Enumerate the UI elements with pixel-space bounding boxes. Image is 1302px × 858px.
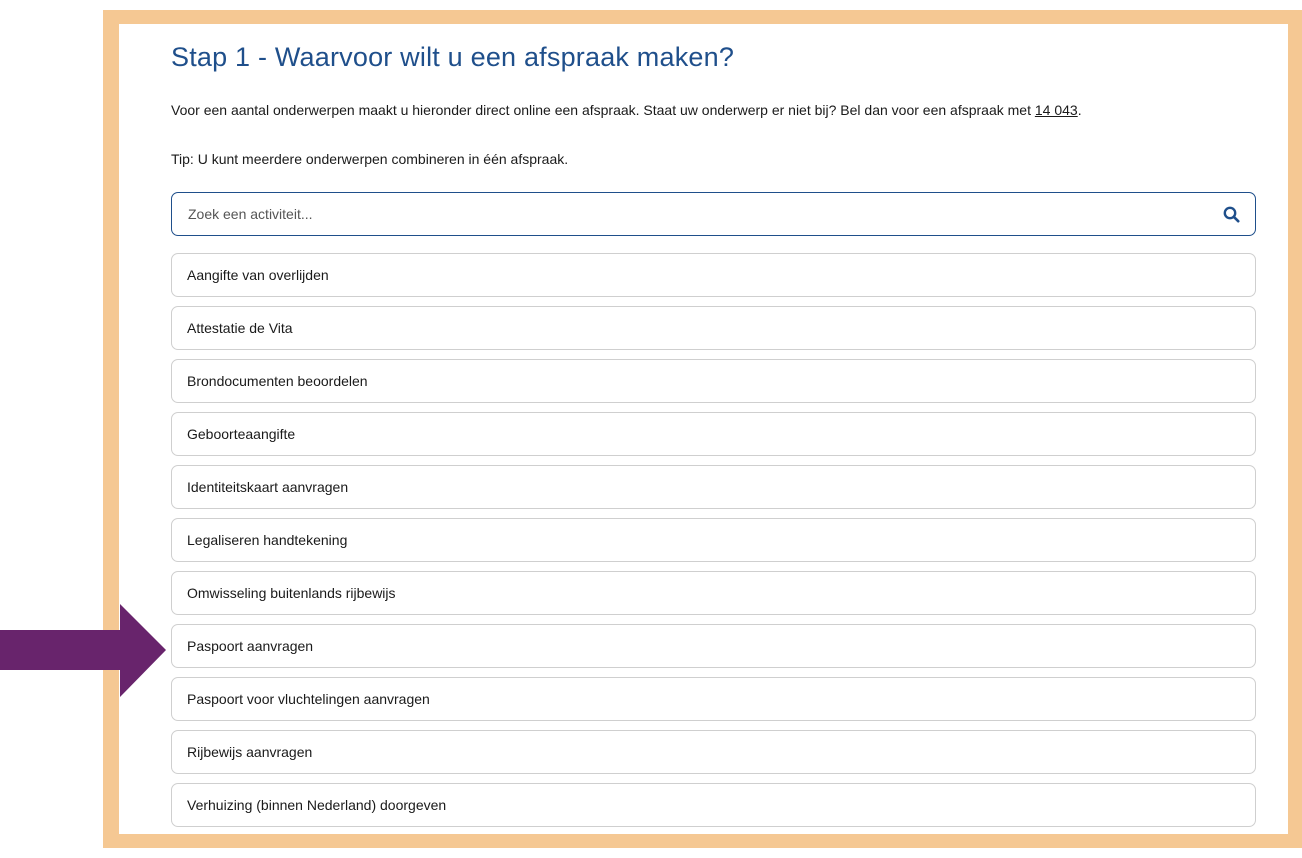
tip-text: Tip: U kunt meerdere onderwerpen combine…: [171, 151, 569, 167]
search-icon[interactable]: [1221, 204, 1241, 224]
intro-period: .: [1077, 102, 1082, 118]
activity-item[interactable]: Omwisseling buitenlands rijbewijs: [171, 571, 1256, 615]
activity-item[interactable]: Identiteitskaart aanvragen: [171, 465, 1256, 509]
highlight-frame: Stap 1 - Waarvoor wilt u een afspraak ma…: [103, 10, 1302, 848]
activity-item[interactable]: Paspoort voor vluchtelingen aanvragen: [171, 677, 1256, 721]
activity-item[interactable]: Verhuizing (binnen Nederland) doorgeven: [171, 783, 1256, 827]
intro-sentence: Voor een aantal onderwerpen maakt u hier…: [171, 102, 1035, 118]
activity-item[interactable]: Legaliseren handtekening: [171, 518, 1256, 562]
page-title: Stap 1 - Waarvoor wilt u een afspraak ma…: [171, 42, 735, 72]
appointment-step-panel: Stap 1 - Waarvoor wilt u een afspraak ma…: [119, 24, 1288, 834]
phone-number-link[interactable]: 14 043: [1035, 102, 1078, 118]
activity-item[interactable]: Rijbewijs aanvragen: [171, 730, 1256, 774]
activity-item[interactable]: Brondocumenten beoordelen: [171, 359, 1256, 403]
arrow-right-icon: [0, 604, 166, 697]
activity-list: Aangifte van overlijden Attestatie de Vi…: [171, 253, 1256, 827]
activity-item[interactable]: Geboorteaangifte: [171, 412, 1256, 456]
activity-item[interactable]: Aangifte van overlijden: [171, 253, 1256, 297]
activity-item[interactable]: Attestatie de Vita: [171, 306, 1256, 350]
search-input[interactable]: [188, 206, 1221, 222]
search-box: [171, 192, 1256, 236]
intro-text: Voor een aantal onderwerpen maakt u hier…: [171, 100, 1256, 120]
activity-item[interactable]: Paspoort aanvragen: [171, 624, 1256, 668]
